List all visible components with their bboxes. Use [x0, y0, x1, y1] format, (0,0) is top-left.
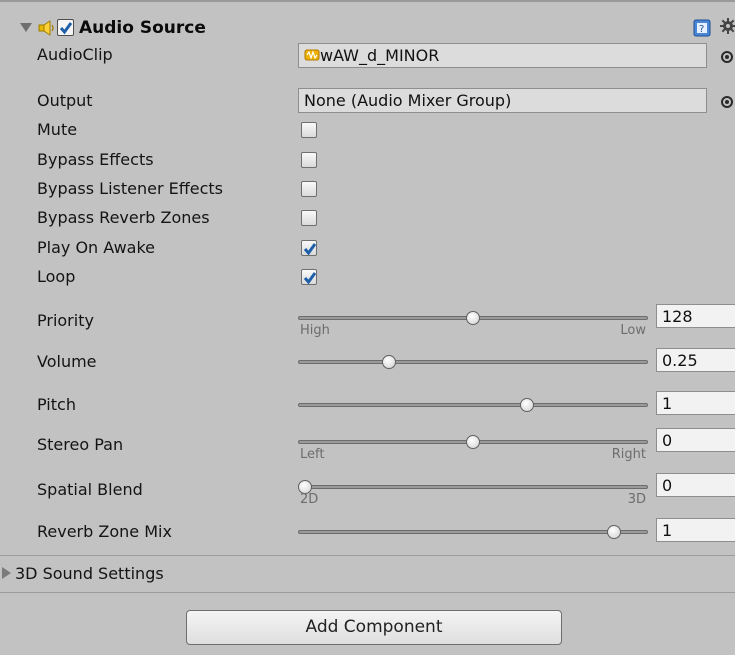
speaker-icon: [38, 20, 54, 36]
slider-min-label: Left: [300, 447, 325, 462]
slider-min-label: High: [300, 323, 330, 338]
reverb_zone_mix-value-field[interactable]: 1: [656, 518, 735, 542]
toggle-checkbox[interactable]: [301, 122, 317, 138]
reverb_zone_mix-slider-track[interactable]: [298, 530, 648, 534]
gear-icon[interactable]: [719, 17, 735, 35]
inspector-top-border: [0, 0, 735, 2]
slider-label: Stereo Pan: [37, 435, 124, 454]
pitch-value-field[interactable]: 1: [656, 391, 735, 415]
output-field[interactable]: None (Audio Mixer Group): [298, 88, 707, 113]
toggle-label: Mute: [37, 120, 78, 139]
toggle-checkbox[interactable]: [301, 181, 317, 197]
stereo_pan-slider-thumb[interactable]: [466, 435, 480, 449]
toggle-checkbox[interactable]: [301, 240, 317, 256]
volume-value-field[interactable]: 0.25: [656, 348, 735, 372]
foldout-triangle-right-icon[interactable]: [2, 567, 11, 579]
audioclip-value: wAW_d_MINOR: [320, 46, 440, 65]
reverb_zone_mix-slider-thumb[interactable]: [607, 525, 622, 539]
spatial_blend-value-field[interactable]: 0: [656, 473, 735, 497]
component-title: Audio Source: [79, 18, 206, 38]
toggle-checkbox[interactable]: [301, 210, 317, 226]
audio-clip-icon: [304, 49, 320, 61]
slider-label: Volume: [37, 352, 97, 371]
checkmark-icon: [303, 272, 317, 285]
audioclip-label: AudioClip: [37, 45, 113, 64]
output-object-picker-icon[interactable]: [721, 96, 733, 108]
toggle-checkbox[interactable]: [301, 269, 317, 285]
slider-max-label: Right: [611, 447, 646, 462]
svg-text:?: ?: [699, 24, 704, 35]
component-enabled-checkbox[interactable]: [57, 19, 74, 36]
toggle-checkbox[interactable]: [301, 152, 317, 168]
slider-label: Reverb Zone Mix: [37, 522, 172, 541]
stereo_pan-value-field[interactable]: 0: [656, 428, 735, 452]
toggle-label: Bypass Listener Effects: [37, 179, 224, 198]
slider-label: Pitch: [37, 395, 76, 414]
help-book-icon[interactable]: ?: [693, 19, 711, 37]
slider-min-label: 2D: [300, 492, 319, 507]
priority-slider-thumb[interactable]: [466, 311, 480, 325]
toggle-label: Bypass Reverb Zones: [37, 208, 210, 227]
toggle-label: Play On Awake: [37, 238, 155, 257]
pitch-slider-track[interactable]: [298, 403, 648, 407]
add-component-button[interactable]: Add Component: [186, 610, 562, 645]
foldout-triangle-icon[interactable]: [20, 23, 32, 32]
toggle-label: Bypass Effects: [37, 150, 154, 169]
slider-max-label: 3D: [627, 492, 646, 507]
audioclip-object-picker-icon[interactable]: [721, 51, 733, 63]
pitch-slider-thumb[interactable]: [519, 398, 534, 412]
spatial_blend-slider-track[interactable]: [298, 485, 648, 489]
output-label: Output: [37, 91, 93, 110]
slider-label: Priority: [37, 311, 94, 330]
toggle-label: Loop: [37, 267, 76, 286]
inspector-divider: [0, 592, 735, 593]
volume-slider-thumb[interactable]: [382, 355, 396, 369]
slider-label: Spatial Blend: [37, 480, 143, 499]
slider-max-label: Low: [620, 323, 646, 338]
audioclip-field[interactable]: wAW_d_MINOR: [298, 43, 707, 68]
volume-slider-track[interactable]: [298, 360, 648, 364]
section-divider: [0, 555, 735, 556]
checkmark-icon: [303, 243, 317, 256]
priority-value-field[interactable]: 128: [656, 304, 735, 328]
sound3d-foldout-label[interactable]: 3D Sound Settings: [15, 564, 164, 583]
